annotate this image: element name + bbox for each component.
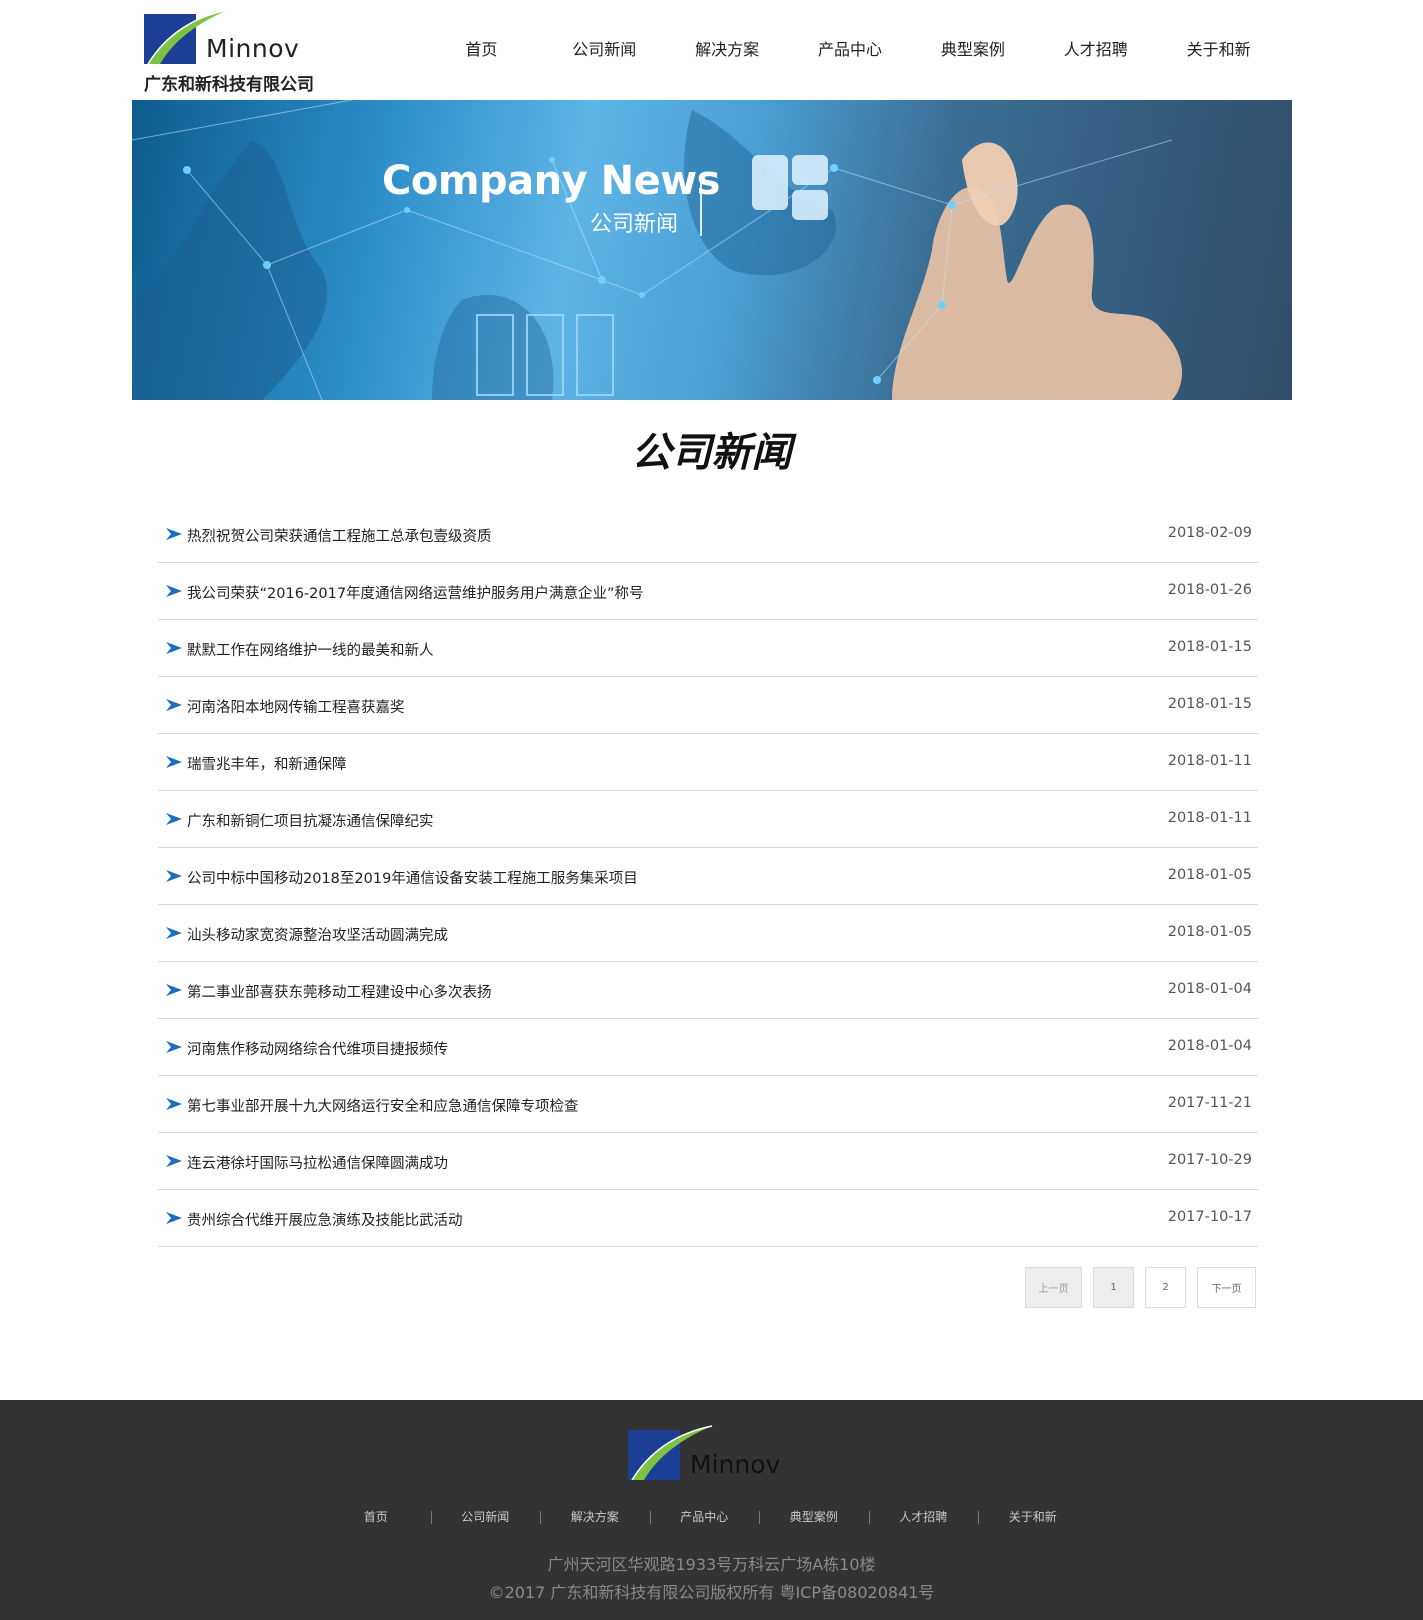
banner-divider [700,176,702,236]
footer-copyright: ©2017 广东和新科技有限公司版权所有 粤ICP备08020841号 [488,1583,935,1602]
arrow-bullet-icon [166,1212,182,1224]
news-title-link[interactable]: 河南焦作移动网络综合代维项目捷报频传 [187,1038,448,1059]
prev-page-button[interactable]: 上一页 [1025,1267,1082,1308]
news-item[interactable]: 第二事业部喜获东莞移动工程建设中心多次表扬 2018-01-04 [158,962,1258,1019]
arrow-bullet-icon [166,642,182,654]
news-date: 2018-02-09 [1167,525,1252,541]
nav-item-cases[interactable]: 典型案例 [911,36,1034,64]
news-item[interactable]: 我公司荣获“2016-2017年度通信网络运营维护服务用户满意企业”称号 2018… [158,563,1258,620]
footer-nav-about[interactable]: 关于和新 [978,1509,1088,1525]
nav-item-company-news[interactable]: 公司新闻 [543,36,666,64]
footer-logo[interactable]: Minnov [628,1420,788,1480]
nav-item-careers[interactable]: 人才招聘 [1034,36,1157,64]
news-item[interactable]: 连云港徐圩国际马拉松通信保障圆满成功 2017-10-29 [158,1133,1258,1190]
news-date: 2018-01-04 [1167,1038,1252,1054]
arrow-bullet-icon [166,1098,182,1110]
news-item[interactable]: 汕头移动家宽资源整治攻坚活动圆满完成 2018-01-05 [158,905,1258,962]
arrow-bullet-icon [166,984,182,996]
news-title-link[interactable]: 默默工作在网络维护一线的最美和新人 [187,639,434,660]
news-item[interactable]: 河南洛阳本地网传输工程喜获嘉奖 2018-01-15 [158,677,1258,734]
arrow-bullet-icon [166,927,182,939]
news-date: 2018-01-26 [1167,582,1252,598]
arrow-bullet-icon [166,1041,182,1053]
news-title-link[interactable]: 第七事业部开展十九大网络运行安全和应急通信保障专项检查 [187,1095,579,1116]
company-name: 广东和新科技有限公司 [144,75,314,95]
page-banner: Company News 公司新闻 [132,100,1292,400]
footer-nav-solutions[interactable]: 解决方案 [540,1509,650,1525]
next-page-button[interactable]: 下一页 [1197,1267,1256,1308]
footer-address: 广州天河区华观路1933号万科云广场A栋10楼 [547,1555,876,1574]
site-header: Minnov 广东和新科技有限公司 首页 公司新闻 解决方案 产品中心 典型案例… [0,0,1423,100]
arrow-bullet-icon [166,870,182,882]
page-1-button[interactable]: 1 [1093,1267,1134,1308]
news-title-link[interactable]: 瑞雪兆丰年，和新通保障 [187,753,347,774]
arrow-bullet-icon [166,699,182,711]
news-title-link[interactable]: 汕头移动家宽资源整治攻坚活动圆满完成 [187,924,448,945]
news-item[interactable]: 热烈祝贺公司荣获通信工程施工总承包壹级资质 2018-02-09 [158,506,1258,563]
banner-network-graphic [132,100,1182,400]
footer-nav: 首页 公司新闻 解决方案 产品中心 典型案例 人才招聘 关于和新 [321,1509,1101,1525]
news-title-link[interactable]: 第二事业部喜获东莞移动工程建设中心多次表扬 [187,981,492,1002]
news-title-link[interactable]: 河南洛阳本地网传输工程喜获嘉奖 [187,696,405,717]
main-nav: 首页 公司新闻 解决方案 产品中心 典型案例 人才招聘 关于和新 [420,36,1280,64]
footer-nav-products[interactable]: 产品中心 [649,1509,760,1525]
news-date: 2018-01-15 [1167,696,1252,712]
nav-item-solutions[interactable]: 解决方案 [666,36,789,64]
arrow-bullet-icon [166,813,182,825]
news-title-link[interactable]: 公司中标中国移动2018至2019年通信设备安装工程施工服务集采项目 [187,867,638,888]
news-list: 热烈祝贺公司荣获通信工程施工总承包壹级资质 2018-02-09 我公司荣获“201… [158,506,1258,1247]
page-2-button[interactable]: 2 [1145,1267,1186,1308]
pagination: 上一页 1 2 下一页 [1025,1267,1256,1308]
news-date: 2017-10-17 [1167,1209,1252,1225]
news-item[interactable]: 贵州综合代维开展应急演练及技能比武活动 2017-10-17 [158,1190,1258,1247]
nav-item-products[interactable]: 产品中心 [789,36,912,64]
banner-title-cn: 公司新闻 [590,212,679,237]
news-title-link[interactable]: 热烈祝贺公司荣获通信工程施工总承包壹级资质 [187,525,492,546]
footer-nav-company-news[interactable]: 公司新闻 [430,1509,541,1525]
arrow-bullet-icon [166,528,182,540]
news-item[interactable]: 瑞雪兆丰年，和新通保障 2018-01-11 [158,734,1258,791]
footer-logo-wordmark: Minnov [690,1450,781,1479]
footer-nav-cases[interactable]: 典型案例 [759,1509,869,1525]
news-item[interactable]: 第七事业部开展十九大网络运行安全和应急通信保障专项检查 2017-11-21 [158,1076,1258,1133]
news-item[interactable]: 默默工作在网络维护一线的最美和新人 2018-01-15 [158,620,1258,677]
news-title-link[interactable]: 广东和新铜仁项目抗凝冻通信保障纪实 [187,810,434,831]
arrow-bullet-icon [166,1155,182,1167]
news-date: 2018-01-11 [1167,753,1252,769]
news-title-link[interactable]: 连云港徐圩国际马拉松通信保障圆满成功 [187,1152,448,1173]
news-date: 2018-01-05 [1167,867,1252,883]
news-date: 2018-01-15 [1167,639,1252,655]
nav-item-home[interactable]: 首页 [420,36,543,64]
news-title-link[interactable]: 贵州综合代维开展应急演练及技能比武活动 [187,1209,463,1230]
news-date: 2018-01-05 [1167,924,1252,940]
site-logo[interactable]: Minnov 广东和新科技有限公司 [144,4,344,95]
banner-title-en: Company News [382,158,720,204]
news-date: 2017-10-29 [1167,1152,1252,1168]
news-date: 2018-01-04 [1167,981,1252,997]
news-item[interactable]: 广东和新铜仁项目抗凝冻通信保障纪实 2018-01-11 [158,791,1258,848]
footer-nav-home[interactable]: 首页 [321,1509,431,1525]
news-date: 2018-01-11 [1167,810,1252,826]
arrow-bullet-icon [166,585,182,597]
news-date: 2017-11-21 [1167,1095,1252,1111]
news-item[interactable]: 公司中标中国移动2018至2019年通信设备安装工程施工服务集采项目 2018-0… [158,848,1258,905]
news-title-link[interactable]: 我公司荣获“2016-2017年度通信网络运营维护服务用户满意企业”称号 [187,582,644,603]
footer-nav-careers[interactable]: 人才招聘 [868,1509,979,1525]
page-title: 公司新闻 [631,430,792,476]
nav-item-about[interactable]: 关于和新 [1157,36,1280,64]
news-item[interactable]: 河南焦作移动网络综合代维项目捷报频传 2018-01-04 [158,1019,1258,1076]
logo-wordmark: Minnov [206,34,300,63]
arrow-bullet-icon [166,756,182,768]
